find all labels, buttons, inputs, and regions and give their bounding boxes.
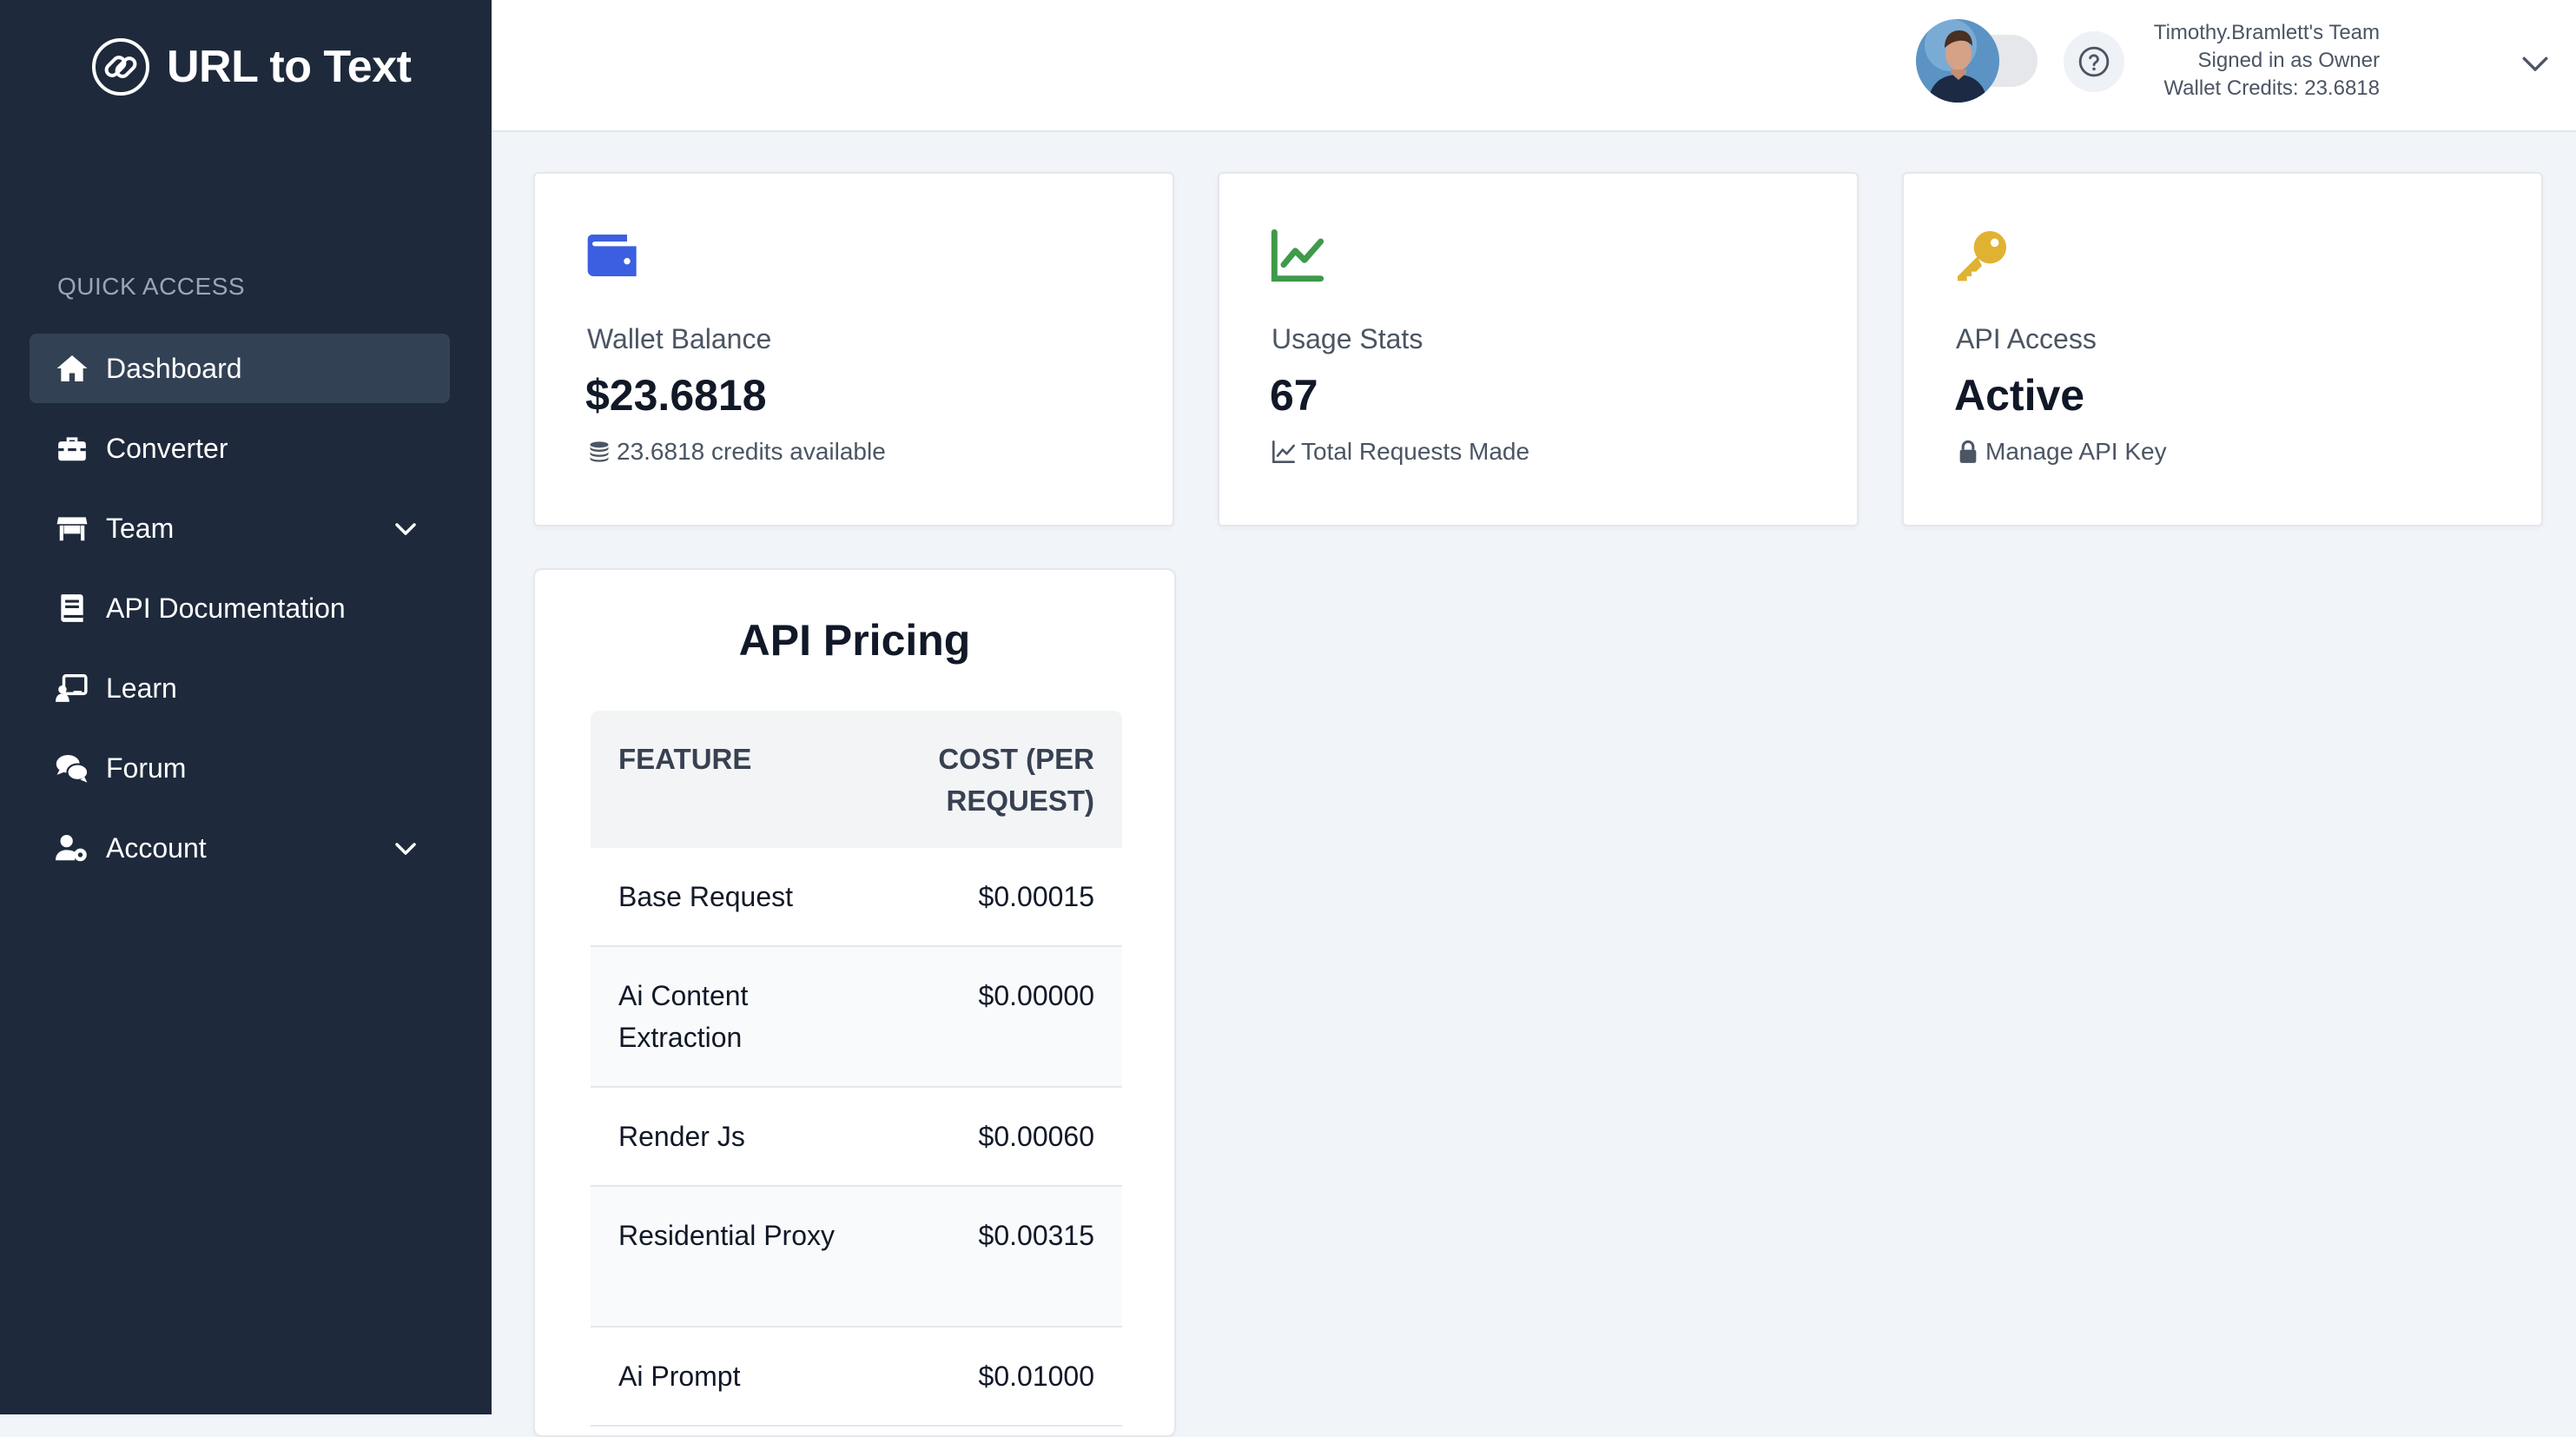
pricing-title: API Pricing [738,616,971,665]
feature-cell: Base Request [618,881,794,912]
sidebar-item-team[interactable]: Team [30,493,450,563]
table-row: Base Request $0.00015 [591,848,1122,947]
avatar[interactable] [1916,19,1999,103]
usage-count-value: 67 [1270,371,1318,420]
lock-icon [1959,440,1977,463]
feature-column-header: FEATURE [618,743,752,775]
table-header: FEATURE COST (PER REQUEST) [591,711,1122,848]
credits-text: 23.6818 credits available [617,438,886,465]
top-header: Timothy.Bramlett's Team Signed in as Own… [492,0,2576,132]
sidebar-item-label: Dashboard [106,352,242,384]
api-pricing-card: API Pricing FEATURE COST (PER REQUEST) B… [533,568,1176,1437]
chart-line-icon [1271,228,1324,282]
help-button[interactable] [2064,31,2124,92]
api-status-value: Active [1954,371,2085,420]
card-label: API Access [1956,323,2097,354]
store-icon [56,517,88,541]
sidebar-item-label: Learn [106,672,177,704]
total-requests: Total Requests Made [1271,438,1529,466]
link-logo-icon [92,38,149,96]
sidebar-item-label: Account [106,831,207,864]
wallet-credits: Wallet Credits: 23.6818 [2163,76,2380,100]
credits-available: 23.6818 credits available [587,438,886,466]
table-row: Render Js $0.00060 [591,1088,1122,1187]
card-label: Usage Stats [1271,323,1423,354]
user-gear-icon [56,834,87,862]
signed-in-role: Signed in as Owner [2197,49,2380,72]
sidebar: URL to Text QUICK ACCESS Dashboard Conve… [0,0,492,1414]
sidebar-item-learn[interactable]: Learn [30,653,450,723]
sidebar-item-label: Team [106,512,175,544]
cost-column-header: COST (PER REQUEST) [938,743,1094,817]
brand-name: URL to Text [167,42,412,92]
cost-cell: $0.01000 [978,1361,1094,1392]
cost-cell: $0.00060 [978,1121,1094,1152]
cost-cell: $0.00000 [978,980,1094,1011]
wallet-icon [587,235,637,276]
comments-icon [56,754,89,783]
question-circle-icon [2078,46,2110,77]
table-row: Ai Content Extraction $0.00000 [591,947,1122,1088]
chalkboard-teacher-icon [56,674,88,702]
table-row: Ai Prompt $0.01000 [591,1328,1122,1427]
feature-cell: Render Js [618,1121,745,1152]
feature-cell: Residential Proxy [618,1220,835,1251]
sidebar-item-api-documentation[interactable]: API Documentation [30,573,450,643]
sidebar-item-label: API Documentation [106,592,346,624]
total-requests-text: Total Requests Made [1301,438,1530,465]
api-access-card[interactable]: API Access Active Manage API Key [1902,172,2543,526]
manage-api-key-link[interactable]: Manage API Key [1956,438,2167,466]
team-name: Timothy.Bramlett's Team [2153,21,2380,44]
wallet-balance-value: $23.6818 [585,371,767,420]
key-icon [1958,231,2006,281]
home-icon [56,354,88,382]
brand[interactable]: URL to Text [90,35,412,99]
sidebar-item-account[interactable]: Account [30,813,450,883]
sidebar-item-converter[interactable]: Converter [30,414,450,483]
usage-stats-card[interactable]: Usage Stats 67 Total Requests Made [1218,172,1859,526]
feature-cell: Ai Content Extraction [618,980,749,1053]
chevron-down-icon[interactable] [2520,49,2550,78]
table-row: Residential Proxy $0.00315 [591,1187,1122,1328]
cost-cell: $0.00015 [978,881,1094,912]
sidebar-nav: Dashboard Converter Team API Documentati… [30,334,450,893]
quick-access-label: QUICK ACCESS [57,273,246,300]
sidebar-item-forum[interactable]: Forum [30,733,450,803]
user-photo-icon [1916,19,1999,103]
user-info: Timothy.Bramlett's Team Signed in as Own… [2154,19,2380,103]
coins-icon [590,441,609,462]
feature-cell: Ai Prompt [618,1361,741,1392]
sidebar-item-dashboard[interactable]: Dashboard [30,334,450,403]
sidebar-item-label: Forum [106,752,187,784]
card-label: Wallet Balance [587,323,772,354]
chevron-down-icon[interactable] [393,836,419,862]
wallet-balance-card[interactable]: Wallet Balance $23.6818 23.6818 credits … [533,172,1174,526]
cost-cell: $0.00315 [978,1220,1094,1251]
book-icon [61,594,83,622]
pricing-table: FEATURE COST (PER REQUEST) Base Request … [591,711,1122,1427]
chart-line-icon [1272,440,1295,463]
sidebar-item-label: Converter [106,432,228,464]
manage-api-key-text: Manage API Key [1985,438,2167,465]
toolbox-icon [58,437,86,461]
chevron-down-icon[interactable] [393,516,419,542]
